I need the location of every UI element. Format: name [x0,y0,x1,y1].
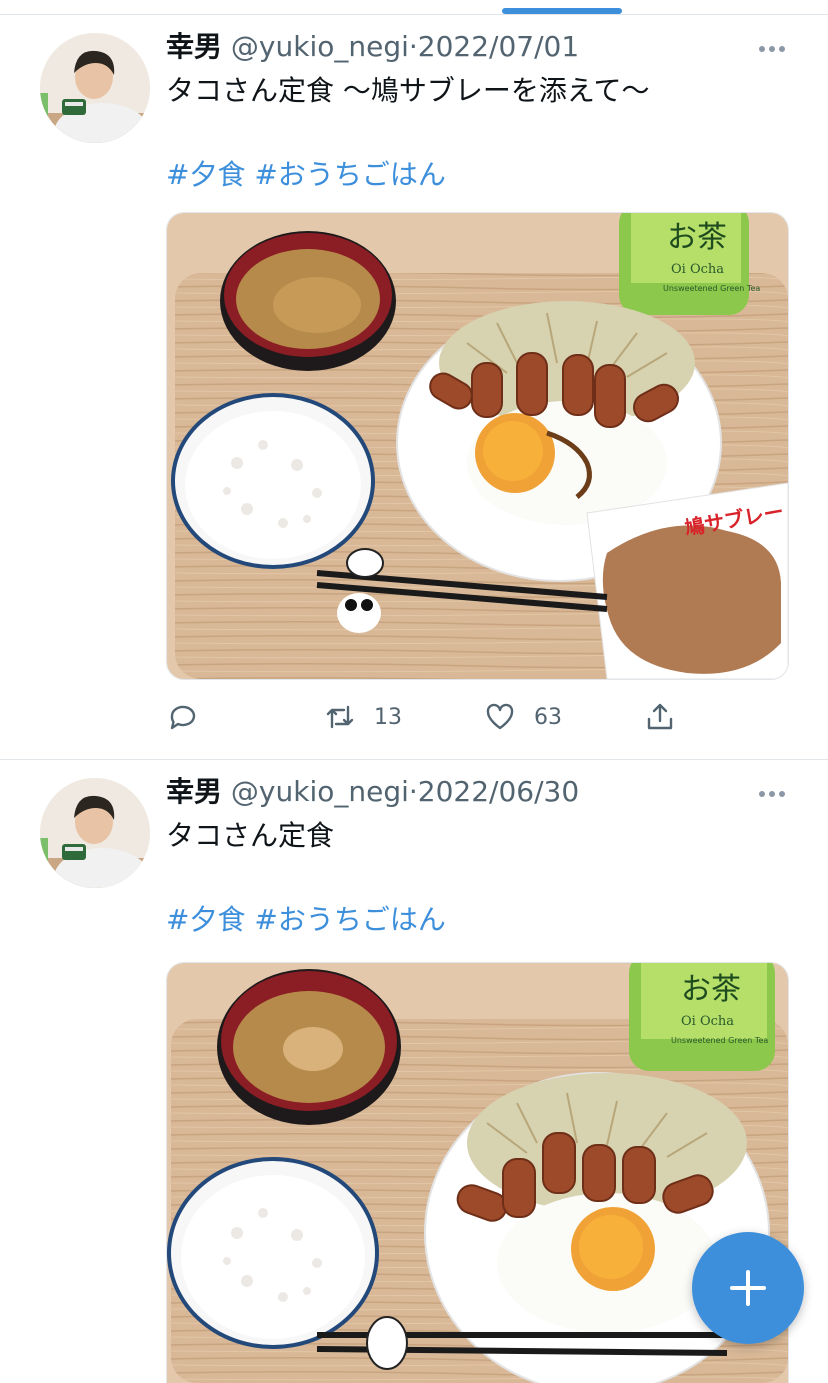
tweet-actions: 13 63 [166,697,706,737]
share-button[interactable] [644,697,676,737]
green-tea-bottle: お茶 Oi Ocha Unsweetened Green Tea [629,963,775,1071]
reply-icon [170,705,196,730]
tweet-text: タコさん定食 [166,819,335,852]
heart-icon [486,703,514,730]
retweet-icon [326,705,354,729]
display-name[interactable]: 幸男 [166,775,222,808]
separator-dot: · [408,775,418,808]
hashtag-link[interactable]: #夕食 [166,158,245,191]
like-count: 63 [534,704,562,730]
separator-dot: · [408,30,418,63]
retweet-count: 13 [374,704,402,730]
more-dots-icon[interactable] [752,37,792,61]
compose-button[interactable] [692,1232,804,1344]
tea-label-jp: お茶 [667,220,727,255]
share-icon [647,703,673,730]
display-name[interactable]: 幸男 [166,30,222,63]
user-handle[interactable]: @yukio_negi [231,30,409,63]
like-button[interactable]: 63 [484,697,562,737]
hashtags: #夕食 #おうちごはん [166,157,446,193]
tweet-photo[interactable]: お茶 Oi Ocha Unsweetened Green Tea [166,962,789,1383]
tea-label-jp: お茶 [681,972,741,1007]
avatar[interactable] [40,778,150,888]
tea-label-sub: Unsweetened Green Tea [663,284,760,293]
reply-button[interactable] [166,697,198,737]
hashtags: #夕食 #おうちごはん [166,902,446,938]
retweet-button[interactable]: 13 [324,697,402,737]
green-tea-bottle: お茶 Oi Ocha Unsweetened Green Tea [619,213,760,315]
tweet-text: タコさん定食 〜鳩サブレーを添えて〜 [166,74,650,107]
user-handle[interactable]: @yukio_negi [231,775,409,808]
tweet[interactable]: 幸男 @yukio_negi·2022/07/01 タコさん定食 〜鳩サブレーを… [0,15,828,759]
hashtag-link[interactable]: #夕食 [166,903,245,936]
tweet-date[interactable]: 2022/06/30 [418,775,579,808]
plus-icon [730,1270,766,1306]
more-dots-icon[interactable] [752,782,792,806]
active-tab-indicator [502,8,622,14]
tweet-date[interactable]: 2022/07/01 [418,30,579,63]
tea-label-en: Oi Ocha [681,1014,734,1029]
tweet-header: 幸男 @yukio_negi·2022/06/30 [166,774,579,810]
tea-label-sub: Unsweetened Green Tea [671,1036,768,1045]
hashtag-link[interactable]: #おうちごはん [254,158,445,191]
avatar[interactable] [40,33,150,143]
tea-label-en: Oi Ocha [671,262,724,277]
tweet-photo[interactable]: お茶 Oi Ocha Unsweetened Green Tea [166,212,789,680]
hashtag-link[interactable]: #おうちごはん [254,903,445,936]
tweet-header: 幸男 @yukio_negi·2022/07/01 [166,29,579,65]
